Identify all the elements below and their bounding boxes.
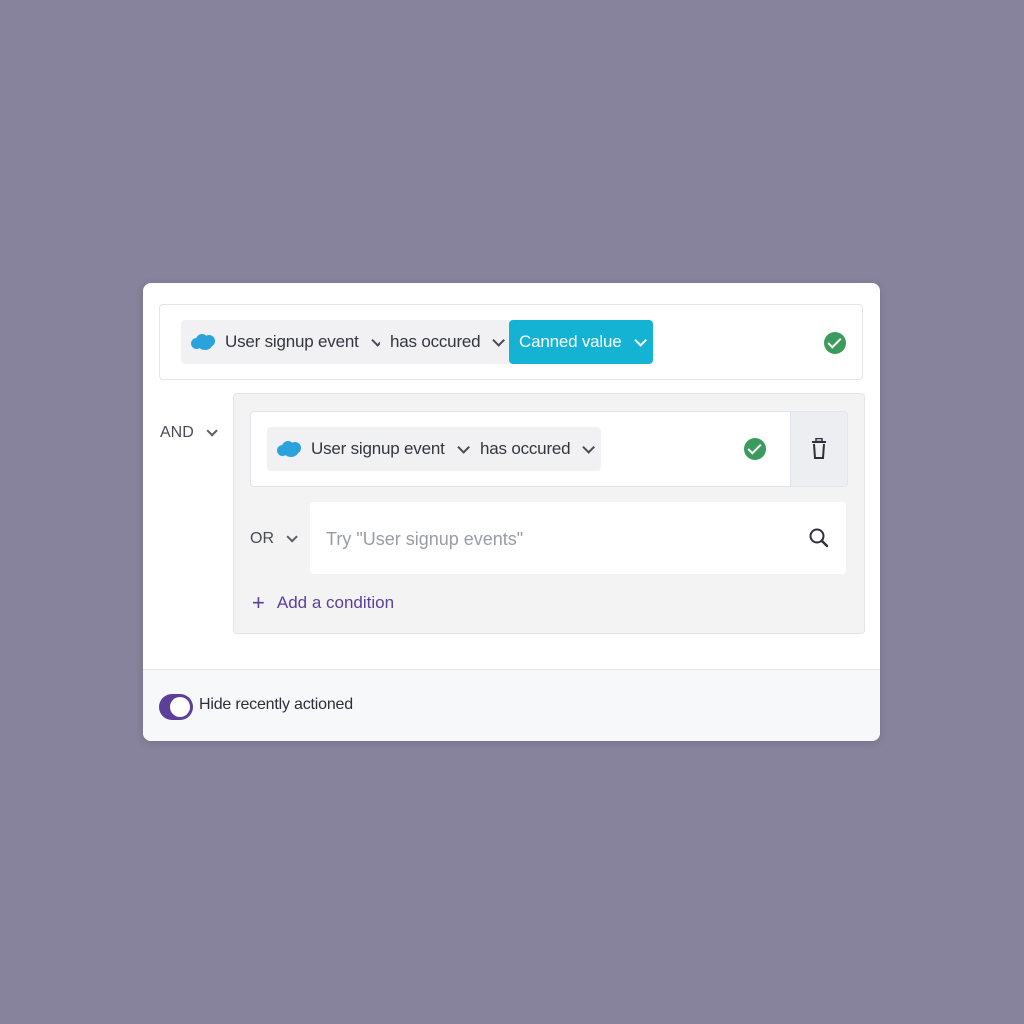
salesforce-cloud-icon: [277, 440, 303, 458]
event-select-label: User signup event: [225, 332, 359, 351]
card-footer: Hide recently actioned: [143, 669, 880, 741]
chevron-down-icon: [286, 531, 298, 543]
or-operator-select[interactable]: OR: [250, 530, 298, 548]
nested-operator-select-label: has occured: [480, 439, 571, 458]
check-circle-icon: [824, 332, 846, 354]
and-operator-select[interactable]: AND: [160, 424, 218, 442]
toggle-knob: [170, 697, 190, 717]
condition-builder-card: User signup event has occured Canned val…: [143, 283, 880, 741]
check-circle-icon: [744, 438, 766, 460]
search-icon[interactable]: [808, 527, 830, 549]
hide-recently-actioned-toggle[interactable]: [159, 694, 193, 720]
chevron-down-icon: [582, 440, 596, 454]
nested-event-select[interactable]: User signup event: [267, 427, 476, 471]
chevron-down-icon: [492, 333, 506, 347]
chevron-down-icon: [206, 425, 218, 437]
value-select[interactable]: Canned value: [509, 320, 653, 364]
nested-event-select-label: User signup event: [311, 439, 445, 458]
plus-icon: +: [252, 590, 265, 615]
operator-select[interactable]: has occured: [380, 320, 512, 364]
or-operator-label: OR: [250, 530, 274, 547]
condition-row: User signup event has occured Canned val…: [159, 304, 863, 380]
and-operator-label: AND: [160, 424, 194, 441]
add-condition-label: Add a condition: [276, 593, 395, 612]
operator-select-label: has occured: [390, 332, 481, 351]
delete-condition-button[interactable]: [790, 412, 847, 486]
value-select-label: Canned value: [519, 332, 622, 351]
event-select[interactable]: User signup event: [181, 320, 390, 364]
toggle-label: Hide recently actioned: [199, 696, 353, 713]
add-condition-button[interactable]: + Add a condition: [252, 592, 394, 614]
trash-icon: [812, 438, 826, 459]
nested-condition-row: User signup event has occured: [250, 411, 848, 487]
salesforce-cloud-icon: [191, 333, 217, 351]
chevron-down-icon: [633, 333, 647, 347]
chevron-down-icon: [456, 440, 470, 454]
condition-search-box: [310, 502, 846, 576]
condition-search-input[interactable]: [324, 502, 798, 576]
nested-operator-select[interactable]: has occured: [470, 427, 602, 471]
nested-condition-group: User signup event has occured OR Try "Us…: [233, 393, 865, 634]
